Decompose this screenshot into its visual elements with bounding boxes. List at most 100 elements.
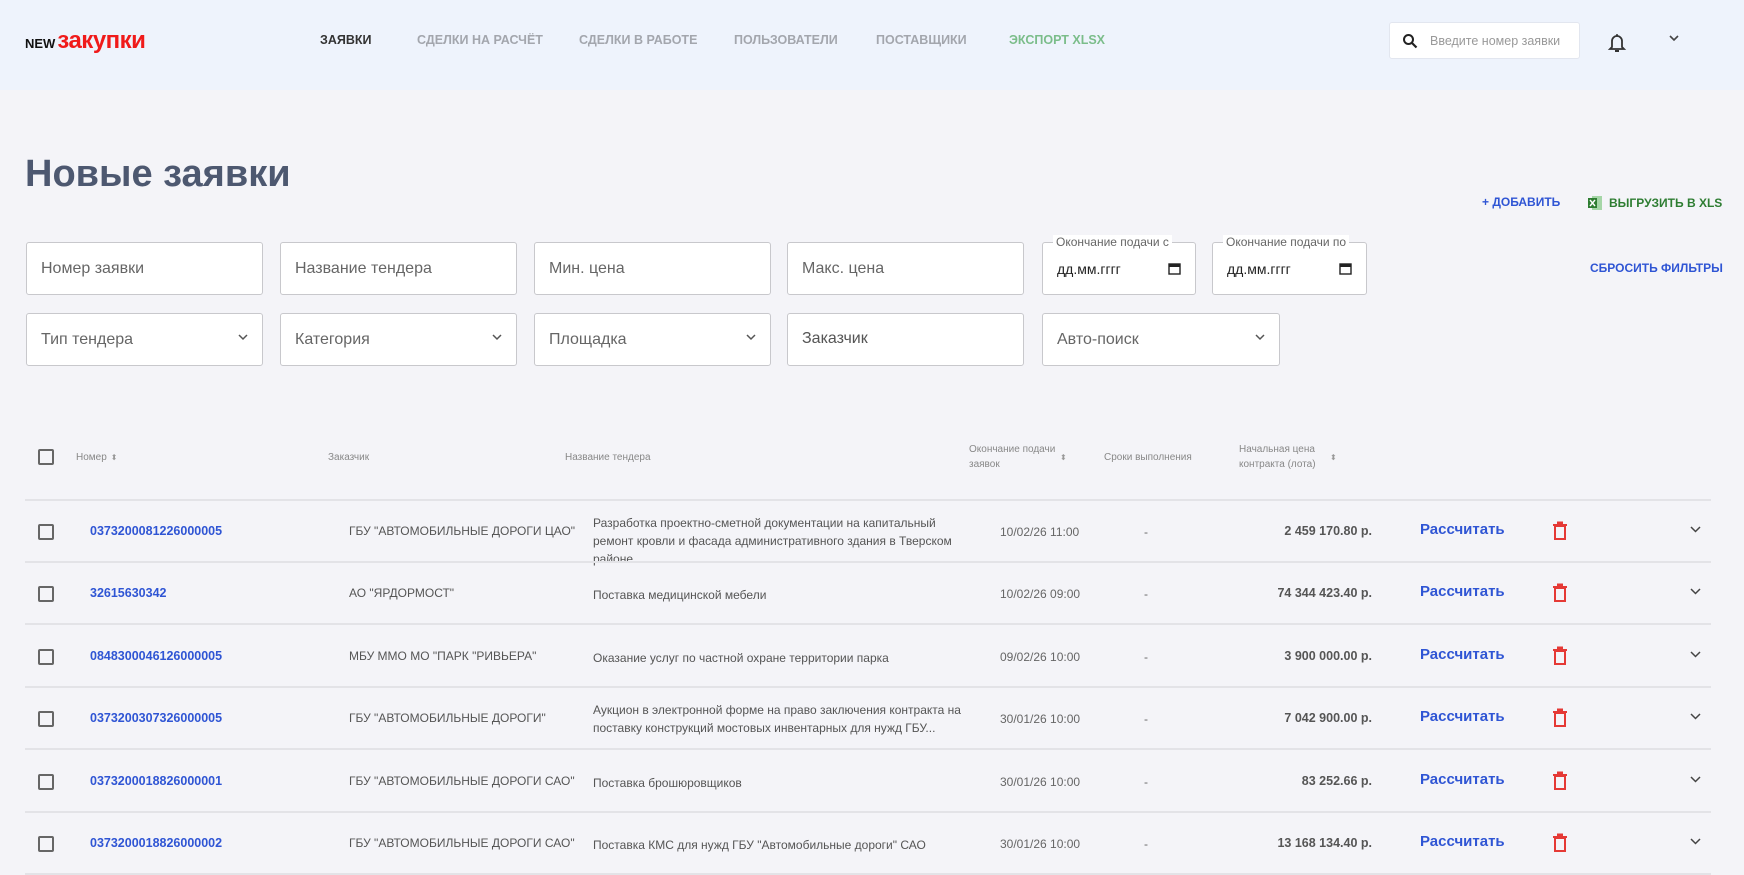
trash-icon[interactable] <box>1553 833 1567 853</box>
calculate-button[interactable]: Рассчитать <box>1420 771 1505 788</box>
category-select[interactable]: Категория <box>280 313 517 366</box>
row-checkbox[interactable] <box>38 711 54 728</box>
customer: АО "ЯРДОРМОСТ" <box>349 586 455 601</box>
nav-users[interactable]: ПОЛЬЗОВАТЕЛИ <box>734 33 838 47</box>
calculate-button[interactable]: Рассчитать <box>1420 833 1505 850</box>
header-search[interactable] <box>1389 22 1580 59</box>
end-date: 10/02/26 11:00 <box>1000 525 1080 539</box>
tender-name-filter[interactable]: Название тендера <box>280 242 517 295</box>
col-tender: Название тендера <box>565 452 651 463</box>
customer: ГБУ "АВТОМОБИЛЬНЫЕ ДОРОГИ ЦАО" <box>349 524 576 538</box>
row-checkbox[interactable] <box>38 648 54 665</box>
expand-chevron-icon[interactable] <box>1690 651 1701 658</box>
col-end-date[interactable]: Окончание подачи заявок <box>969 442 1055 472</box>
tender-type-select[interactable]: Тип тендера <box>26 313 263 366</box>
number-filter[interactable]: Номер заявки <box>26 242 263 295</box>
nav-requests[interactable]: ЗАЯВКИ <box>320 33 371 47</box>
table-row[interactable]: 0373200081226000005 ГБУ "АВТОМОБИЛЬНЫЕ Д… <box>0 501 1744 566</box>
nav-suppliers[interactable]: ПОСТАВЩИКИ <box>876 33 967 47</box>
nav-deals-to-calc[interactable]: СДЕЛКИ НА РАСЧЁТ <box>417 33 543 47</box>
terms: - <box>1144 525 1148 539</box>
excel-icon <box>1588 196 1602 210</box>
calculate-button[interactable]: Рассчитать <box>1420 646 1505 663</box>
export-xls-button[interactable]: ВЫГРУЗИТЬ В XLS <box>1587 195 1722 211</box>
col-price-l2: контракта (лота) <box>1239 459 1316 470</box>
end-date-to-field[interactable]: Окончание подачи по дд.мм.гггг <box>1212 235 1367 295</box>
calendar-icon[interactable] <box>1339 262 1352 275</box>
tender-name-placeholder: Название тендера <box>295 259 432 277</box>
select-all-checkbox[interactable] <box>38 449 54 465</box>
expand-chevron-icon[interactable] <box>1690 588 1701 595</box>
end-date-from-value: дд.мм.гггг <box>1057 260 1121 277</box>
calculate-button[interactable]: Рассчитать <box>1420 583 1505 600</box>
add-button[interactable]: + ДОБАВИТЬ <box>1482 195 1560 209</box>
reset-filters-button[interactable]: СБРОСИТЬ ФИЛЬТРЫ <box>1590 261 1723 275</box>
row-checkbox[interactable] <box>38 524 54 540</box>
calendar-icon[interactable] <box>1168 262 1181 275</box>
table-row[interactable]: 0373200018826000001 ГБУ "АВТОМОБИЛЬНЫЕ Д… <box>0 751 1744 813</box>
chevron-down-icon <box>238 334 248 341</box>
bell-icon[interactable] <box>1607 32 1627 54</box>
col-end-l1: Окончание подачи <box>969 444 1056 455</box>
trash-icon[interactable] <box>1553 521 1567 541</box>
expand-chevron-icon[interactable] <box>1690 526 1701 533</box>
sort-icon[interactable]: ⬍ <box>1060 450 1067 465</box>
request-number-link[interactable]: 0373200018826000001 <box>90 774 222 788</box>
col-number[interactable]: Номер ⬍ <box>76 450 117 465</box>
expand-chevron-icon[interactable] <box>1690 776 1701 783</box>
search-icon <box>1403 33 1418 48</box>
table-row[interactable]: 0848300046126000005 МБУ ММО МО "ПАРК "РИ… <box>0 626 1744 688</box>
customer: ГБУ "АВТОМОБИЛЬНЫЕ ДОРОГИ САО" <box>349 773 575 788</box>
min-price-placeholder: Мин. цена <box>549 259 625 277</box>
platform-placeholder: Площадка <box>549 330 627 348</box>
customer-filter[interactable]: Заказчик <box>787 313 1024 366</box>
tender-name: Аукцион в электронной форме на право зак… <box>593 703 961 736</box>
top-header: NEW закупки ЗАЯВКИ СДЕЛКИ НА РАСЧЁТ СДЕЛ… <box>0 0 1744 90</box>
customer: ГБУ "АВТОМОБИЛЬНЫЕ ДОРОГИ" <box>349 711 546 726</box>
row-checkbox[interactable] <box>38 586 54 603</box>
sort-icon[interactable]: ⬍ <box>1330 450 1337 465</box>
col-terms: Сроки выполнения <box>1104 452 1192 463</box>
request-number-link[interactable]: 0373200081226000005 <box>90 524 222 538</box>
user-menu-chevron-icon[interactable] <box>1668 34 1680 42</box>
row-checkbox[interactable] <box>38 773 54 790</box>
calculate-button[interactable]: Рассчитать <box>1420 708 1505 725</box>
logo-text: закупки <box>57 27 146 54</box>
auto-search-select[interactable]: Авто-поиск <box>1042 313 1280 366</box>
col-end-l2: заявок <box>969 459 1000 470</box>
max-price-placeholder: Макс. цена <box>802 259 885 277</box>
terms: - <box>1144 837 1148 851</box>
request-number-link[interactable]: 0373200307326000005 <box>90 711 222 725</box>
price: 74 344 423.40 р. <box>1277 586 1372 601</box>
table-row[interactable]: 0373200307326000005 ГБУ "АВТОМОБИЛЬНЫЕ Д… <box>0 688 1744 751</box>
search-input[interactable] <box>1430 33 1560 48</box>
calculate-button[interactable]: Рассчитать <box>1420 521 1505 538</box>
tender-name: Разработка проектно-сметной документации… <box>593 516 952 566</box>
table-row[interactable]: 0373200018826000002 ГБУ "АВТОМОБИЛЬНЫЕ Д… <box>0 813 1744 875</box>
trash-icon[interactable] <box>1553 646 1567 666</box>
chevron-down-icon <box>492 334 502 341</box>
trash-icon[interactable] <box>1553 708 1567 728</box>
trash-icon[interactable] <box>1553 583 1567 603</box>
end-date: 10/02/26 09:00 <box>1000 587 1081 602</box>
request-number-link[interactable]: 0373200018826000002 <box>90 836 222 850</box>
price: 7 042 900.00 р. <box>1284 711 1372 726</box>
tender-name: Поставка брошюровщиков <box>593 775 742 790</box>
table-row[interactable]: 32615630342 АО "ЯРДОРМОСТ" Поставка меди… <box>0 563 1744 626</box>
logo[interactable]: NEW закупки <box>25 27 146 55</box>
max-price-filter[interactable]: Макс. цена <box>787 242 1024 295</box>
trash-icon[interactable] <box>1553 771 1567 791</box>
platform-select[interactable]: Площадка <box>534 313 771 366</box>
nav-deals-in-work[interactable]: СДЕЛКИ В РАБОТЕ <box>579 33 697 47</box>
expand-chevron-icon[interactable] <box>1690 713 1701 720</box>
end-date-from-field[interactable]: Окончание подачи с дд.мм.гггг <box>1042 235 1196 295</box>
min-price-filter[interactable]: Мин. цена <box>534 242 771 295</box>
nav-export-xlsx[interactable]: ЭКСПОРТ XLSX <box>1009 33 1105 47</box>
row-checkbox[interactable] <box>38 836 54 852</box>
col-customer: Заказчик <box>328 452 370 463</box>
logo-prefix: NEW <box>25 36 56 51</box>
request-number-link[interactable]: 32615630342 <box>90 586 166 600</box>
price: 2 459 170.80 р. <box>1284 524 1372 538</box>
col-price[interactable]: Начальная цена контракта (лота) <box>1239 442 1316 472</box>
request-number-link[interactable]: 0848300046126000005 <box>90 649 222 663</box>
